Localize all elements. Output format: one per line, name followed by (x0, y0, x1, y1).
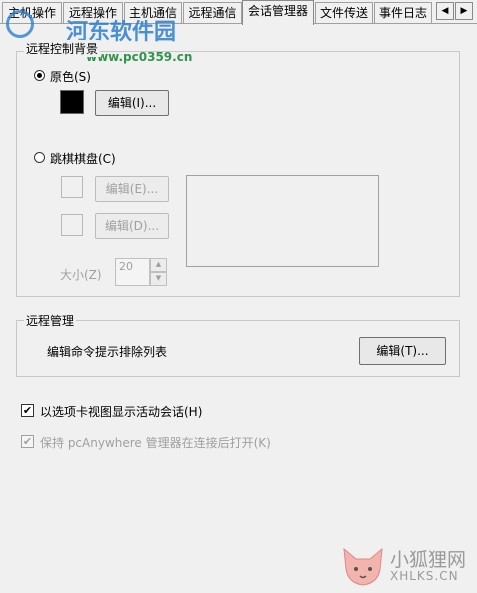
edit-color1-button[interactable]: 编辑(E)... (95, 176, 169, 202)
watermark-logo-icon (6, 10, 34, 38)
tab-session-manager[interactable]: 会话管理器 (242, 0, 314, 25)
size-up-button[interactable]: ▲ (150, 258, 167, 272)
size-label: 大小(Z) (60, 268, 102, 282)
tab-scroll-left-button[interactable]: ◀ (436, 2, 454, 20)
chevron-right-icon: ▶ (460, 6, 468, 16)
tab-file-transfer[interactable]: 文件传送 (315, 2, 373, 23)
edit-exclusion-button[interactable]: 编辑(T)... (359, 337, 446, 365)
checkerboard-label: 跳棋棋盘(C) (50, 152, 116, 166)
fox-watermark-title: 小狐狸网 (390, 549, 467, 571)
checkerboard-preview (186, 175, 379, 267)
remote-background-title: 远程控制背景 (24, 40, 101, 57)
fox-logo-icon (343, 547, 383, 586)
remote-management-title: 远程管理 (24, 312, 77, 329)
chevron-left-icon: ◀ (441, 6, 449, 16)
edit-color2-button[interactable]: 编辑(D)... (95, 213, 169, 239)
tab-label: 事件日志 (378, 6, 427, 20)
show-tab-view-checkbox[interactable]: ✔ (21, 404, 34, 417)
tab-event-log[interactable]: 事件日志 (374, 2, 432, 23)
checker-color1-swatch (61, 176, 83, 198)
keep-open-label: 保持 pcAnywhere 管理器在连接后打开(K) (40, 436, 271, 450)
tab-label: 远程通信 (188, 6, 237, 20)
checkerboard-radio[interactable] (34, 152, 45, 163)
chevron-up-icon: ▲ (155, 260, 162, 268)
keep-open-checkbox[interactable]: ✔ (21, 435, 34, 448)
exclusion-list-label: 编辑命令提示排除列表 (47, 345, 168, 359)
size-down-button[interactable]: ▼ (150, 272, 167, 286)
show-tab-view-label: 以选项卡视图显示活动会话(H) (40, 405, 203, 419)
tab-remote-communication[interactable]: 远程通信 (183, 2, 242, 23)
color-swatch (60, 90, 84, 114)
original-color-label: 原色(S) (50, 70, 91, 84)
tab-scroll-right-button[interactable]: ▶ (455, 2, 473, 20)
fox-watermark-url: XHLKS.CN (390, 569, 459, 583)
tab-label: 文件传送 (319, 6, 368, 20)
size-input[interactable]: 20 (115, 258, 150, 286)
checker-color2-swatch (61, 214, 83, 236)
tab-label: 会话管理器 (247, 4, 308, 18)
original-color-radio[interactable] (34, 70, 45, 81)
chevron-down-icon: ▼ (155, 274, 162, 282)
edit-color-button[interactable]: 编辑(I)... (95, 90, 169, 116)
